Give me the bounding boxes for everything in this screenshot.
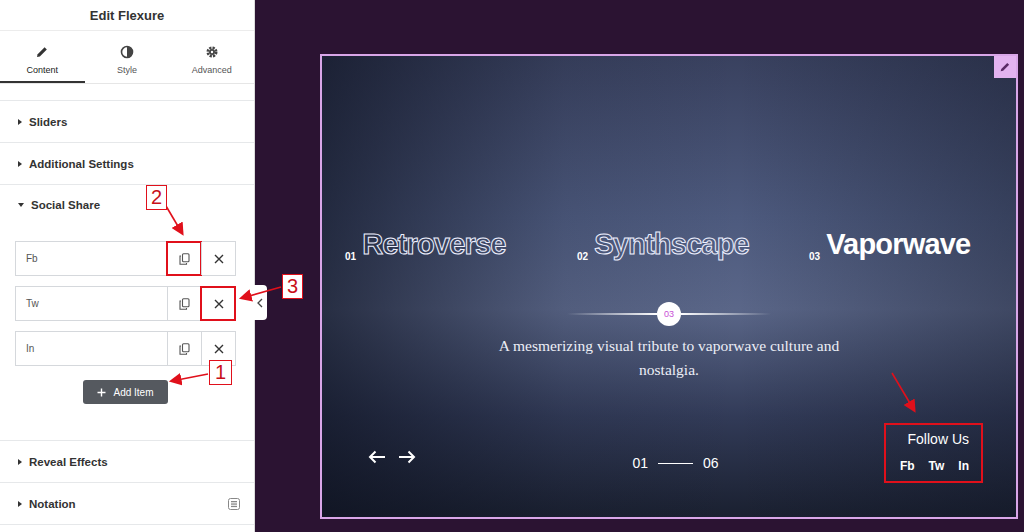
panel-collapse-button[interactable] bbox=[253, 285, 267, 320]
social-links: Fb Tw In bbox=[900, 459, 969, 473]
slide-titles: 01Retroverse02Synthscape03Vaporwave bbox=[322, 226, 1016, 262]
copy-icon bbox=[179, 253, 190, 265]
remove-button[interactable] bbox=[201, 287, 235, 320]
slide-pagination: 0106 bbox=[632, 455, 718, 471]
social-link[interactable]: Tw bbox=[929, 459, 945, 473]
slider-content: 01Retroverse02Synthscape03Vaporwave 03 A m… bbox=[322, 56, 1016, 517]
arrow-left-icon[interactable] bbox=[368, 450, 386, 464]
repeater: Fb Tw In Add Item bbox=[0, 224, 254, 440]
slide-progress: 03 bbox=[322, 302, 1016, 326]
annotation-arrow bbox=[242, 287, 281, 298]
repeater-item-label[interactable]: Fb bbox=[16, 242, 167, 275]
slider-footer: 0106Follow UsFbTwIn bbox=[322, 423, 1016, 517]
elementor-editor: Edit FlexureContentStyleAdvancedSlidersA… bbox=[0, 0, 1024, 532]
settings-section: Reveal Effects bbox=[0, 441, 254, 483]
arrow-right-icon[interactable] bbox=[398, 450, 416, 464]
panel-tab[interactable]: Advanced bbox=[169, 31, 254, 83]
caret-icon bbox=[18, 501, 22, 507]
copy-icon bbox=[179, 343, 190, 355]
section-header[interactable]: Sliders bbox=[0, 101, 254, 142]
settings-section: Notation bbox=[0, 483, 254, 525]
pencil-icon bbox=[999, 61, 1011, 73]
close-icon bbox=[214, 254, 224, 264]
annotation-arrow bbox=[172, 374, 208, 381]
repeater-item-label[interactable]: Tw bbox=[16, 287, 167, 320]
social-link[interactable]: In bbox=[958, 459, 969, 473]
section-header[interactable]: Social Share bbox=[0, 185, 254, 224]
social-link[interactable]: Fb bbox=[900, 459, 915, 473]
section-header[interactable]: Notation bbox=[0, 483, 254, 524]
settings-section: Social Share Fb Tw In Add Item bbox=[0, 185, 254, 441]
section-list: SlidersAdditional SettingsSocial ShareFb… bbox=[0, 100, 254, 525]
copy-icon bbox=[179, 298, 190, 310]
slider-arrows bbox=[368, 450, 416, 464]
panel-tabs: ContentStyleAdvanced bbox=[0, 31, 254, 84]
add-item-row: Add Item bbox=[15, 376, 236, 404]
close-icon bbox=[214, 344, 224, 354]
slide-title[interactable]: 02Synthscape bbox=[577, 226, 809, 262]
progress-line bbox=[681, 313, 771, 315]
annotation-arrow bbox=[892, 373, 914, 410]
panel-tab[interactable]: Style bbox=[85, 31, 170, 83]
panel-title: Edit Flexure bbox=[0, 0, 254, 31]
repeater-item[interactable]: Tw bbox=[15, 286, 236, 321]
repeater-item[interactable]: In bbox=[15, 331, 236, 366]
slide-background-photo bbox=[322, 56, 1016, 517]
progress-line bbox=[567, 313, 657, 315]
section-header[interactable]: Additional Settings bbox=[0, 143, 254, 184]
pro-feature-icon bbox=[228, 498, 240, 510]
settings-section: Sliders bbox=[0, 101, 254, 143]
pencil-icon bbox=[35, 45, 49, 59]
panel-tab[interactable]: Content bbox=[0, 31, 85, 83]
settings-section: Additional Settings bbox=[0, 143, 254, 185]
slide-description: A mesmerizing visual tribute to vaporwav… bbox=[494, 334, 844, 382]
duplicate-button[interactable] bbox=[167, 287, 201, 320]
pagination-line bbox=[658, 463, 693, 464]
contrast-icon bbox=[120, 45, 134, 59]
duplicate-button[interactable] bbox=[167, 332, 201, 365]
edit-panel: Edit FlexureContentStyleAdvancedSlidersA… bbox=[0, 0, 255, 532]
gear-icon bbox=[205, 45, 219, 59]
annotation-marker: 1 bbox=[209, 360, 232, 385]
caret-icon bbox=[18, 459, 22, 465]
plus-icon bbox=[97, 388, 106, 397]
caret-icon bbox=[18, 203, 24, 207]
preview-canvas: 01Retroverse02Synthscape03Vaporwave 03 A m… bbox=[255, 0, 1024, 532]
chevron-left-icon bbox=[257, 298, 263, 308]
annotation-marker: 3 bbox=[282, 274, 303, 299]
edit-widget-button[interactable] bbox=[994, 56, 1016, 78]
social-share: Follow UsFbTwIn bbox=[884, 423, 983, 483]
close-icon bbox=[214, 299, 224, 309]
annotation-arrow bbox=[166, 206, 182, 233]
flexure-slider[interactable]: 01Retroverse02Synthscape03Vaporwave 03 A m… bbox=[320, 54, 1018, 519]
annotation-arrows bbox=[0, 0, 1024, 532]
add-item-button[interactable]: Add Item bbox=[83, 380, 167, 404]
repeater-item[interactable]: Fb bbox=[15, 241, 236, 276]
slide-title[interactable]: 03Vaporwave bbox=[809, 226, 1018, 262]
caret-icon bbox=[18, 119, 22, 125]
current-slide-badge: 03 bbox=[657, 302, 681, 326]
duplicate-button[interactable] bbox=[167, 242, 201, 275]
caret-icon bbox=[18, 161, 22, 167]
annotation-marker: 2 bbox=[146, 185, 167, 210]
section-header[interactable]: Reveal Effects bbox=[0, 441, 254, 482]
repeater-item-label[interactable]: In bbox=[16, 332, 167, 365]
remove-button[interactable] bbox=[201, 242, 235, 275]
slide-title[interactable]: 01Retroverse bbox=[345, 226, 577, 262]
